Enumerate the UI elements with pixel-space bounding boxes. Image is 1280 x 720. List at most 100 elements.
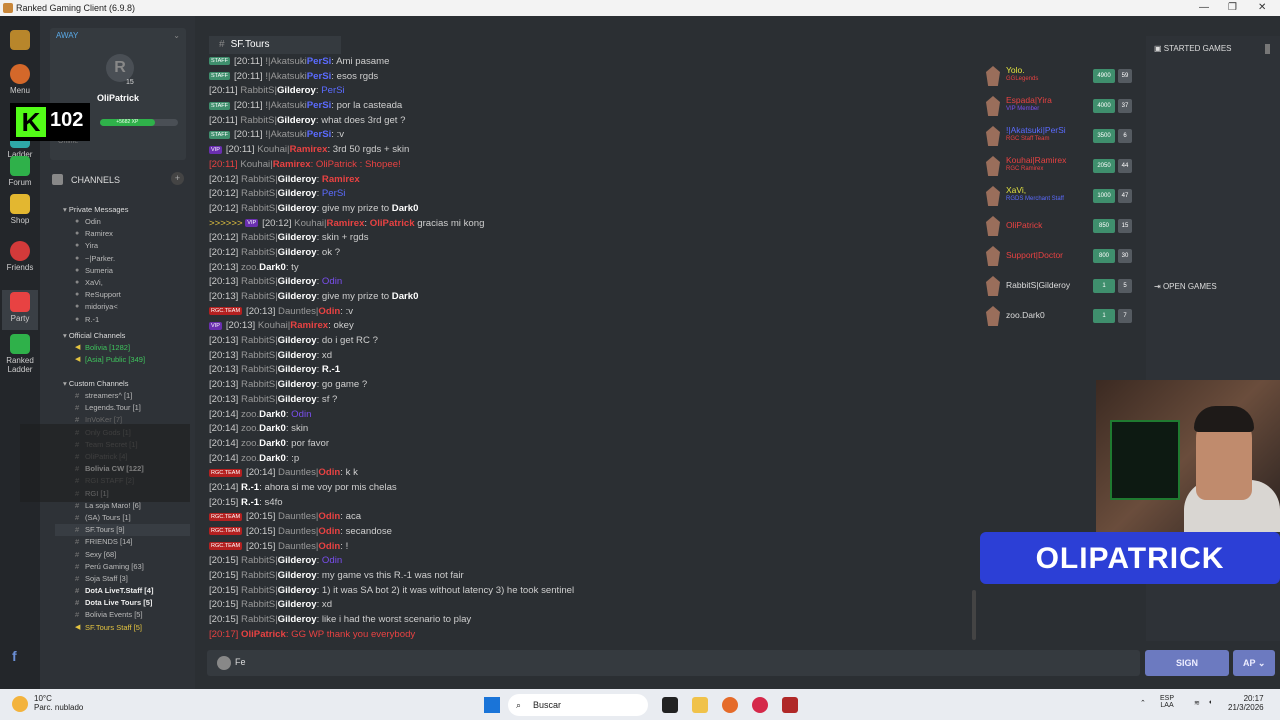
ap-button[interactable]: AP ⌄ xyxy=(1233,650,1275,676)
user-name[interactable]: Support|Doctor xyxy=(1006,250,1063,260)
list-item[interactable]: Dota Live Tours [5] xyxy=(55,597,190,609)
username[interactable]: Dark0 xyxy=(259,423,286,434)
emoji-icon[interactable] xyxy=(217,656,231,670)
user-name[interactable]: zoo.Dark0 xyxy=(1006,310,1045,320)
list-item[interactable]: R.-1 xyxy=(55,314,190,326)
list-item[interactable]: streamers^ [1] xyxy=(55,390,190,402)
tab-sf-tours[interactable]: # SF.Tours xyxy=(209,36,341,54)
status-away[interactable]: AWAY xyxy=(56,31,78,40)
nav-ranked-ladder[interactable]: Ranked Ladder xyxy=(2,334,38,374)
list-item[interactable]: ReSupport xyxy=(55,289,190,301)
open-games-header[interactable]: ⇥ OPEN GAMES xyxy=(1154,282,1217,291)
list-item[interactable]: SF.Tours Staff [5] xyxy=(55,622,190,634)
username[interactable]: Gilderoy xyxy=(278,350,317,361)
username[interactable]: Gilderoy xyxy=(278,276,317,287)
official-channels-header[interactable]: Official Channels xyxy=(55,330,190,342)
username[interactable]: Gilderoy xyxy=(278,614,317,625)
mention[interactable]: Dark0 xyxy=(392,203,419,214)
chevron-up-icon[interactable]: ⌃ xyxy=(1140,699,1146,707)
username[interactable]: Gilderoy xyxy=(278,188,317,199)
opera-icon[interactable] xyxy=(752,697,768,713)
list-item[interactable]: DotA LiveT.Staff [4] xyxy=(55,585,190,597)
user-row[interactable]: RabbitS|Gilderoy 1 5 xyxy=(986,274,1136,298)
username[interactable]: Gilderoy xyxy=(278,599,317,610)
user-row[interactable]: OliPatrick 850 15 xyxy=(986,214,1136,238)
username[interactable]: Odin xyxy=(318,541,340,552)
custom-channels-header[interactable]: Custom Channels xyxy=(55,378,190,390)
user-name[interactable]: XaVi, xyxy=(1006,185,1026,195)
sign-button[interactable]: SIGN xyxy=(1145,650,1229,676)
username[interactable]: R.-1 xyxy=(241,482,259,493)
username[interactable]: Gilderoy xyxy=(278,394,317,405)
wifi-icon[interactable]: ≋ xyxy=(1194,699,1200,707)
nav-party[interactable]: Party xyxy=(2,290,38,330)
username[interactable]: Gilderoy xyxy=(278,555,317,566)
username[interactable]: Odin xyxy=(318,511,340,522)
username[interactable]: Gilderoy xyxy=(277,115,316,126)
list-item[interactable]: Odin xyxy=(55,216,190,228)
list-item[interactable]: Legends.Tour [1] xyxy=(55,402,190,414)
rgc-app-icon[interactable] xyxy=(782,697,798,713)
username[interactable]: Gilderoy xyxy=(278,335,317,346)
avatar[interactable]: R xyxy=(106,54,134,82)
username[interactable]: Dark0 xyxy=(259,262,286,273)
private-messages-header[interactable]: Private Messages xyxy=(55,204,190,216)
facebook-icon[interactable]: f xyxy=(12,648,17,664)
started-games-header[interactable]: ▣ STARTED GAMES xyxy=(1154,44,1232,53)
user-row[interactable]: Yolo. GGLegends 4900 59 xyxy=(986,64,1136,88)
username[interactable]: Gilderoy xyxy=(278,203,317,214)
list-item[interactable]: ~|Parker. xyxy=(55,253,190,265)
username[interactable]: Ramirex xyxy=(273,159,311,170)
username[interactable]: Gilderoy xyxy=(278,247,317,258)
username[interactable]: PerSi xyxy=(307,129,332,140)
chat-scrollbar[interactable] xyxy=(972,590,976,640)
user-row[interactable]: Kouhai|Ramirex RGC Ramirex 2050 44 xyxy=(986,154,1136,178)
username[interactable]: Dark0 xyxy=(259,409,286,420)
user-row[interactable]: Espada|Yira VIP Member 4000 37 xyxy=(986,94,1136,118)
add-channel-button[interactable]: + xyxy=(171,172,184,185)
username[interactable]: Gilderoy xyxy=(278,174,317,185)
panel-handle-icon[interactable] xyxy=(1265,44,1270,54)
list-item[interactable]: Yira xyxy=(55,240,190,252)
task-view-icon[interactable] xyxy=(662,697,678,713)
nav-shop[interactable]: Shop xyxy=(2,194,38,225)
username[interactable]: Gilderoy xyxy=(277,85,316,96)
username[interactable]: Gilderoy xyxy=(278,232,317,243)
nav-forum[interactable]: Forum xyxy=(2,156,38,187)
user-row[interactable]: !|Akatsuki|PerSi RGC Staff Team 3500 6 xyxy=(986,124,1136,148)
username[interactable]: Gilderoy xyxy=(278,379,317,390)
file-explorer-icon[interactable] xyxy=(692,697,708,713)
list-item[interactable]: Sumeria xyxy=(55,265,190,277)
username[interactable]: OliPatrick xyxy=(241,629,286,640)
username[interactable]: Odin xyxy=(318,306,340,317)
list-item[interactable]: [Asia] Public [349] xyxy=(55,354,190,366)
minimize-icon[interactable]: — xyxy=(1199,0,1209,16)
username[interactable]: Dark0 xyxy=(259,438,286,449)
list-item[interactable]: Soja Staff [3] xyxy=(55,573,190,585)
username[interactable]: R.-1 xyxy=(241,497,259,508)
username[interactable]: Ramirex xyxy=(327,218,365,229)
maximize-icon[interactable]: ❐ xyxy=(1228,0,1237,16)
list-item[interactable]: Sexy [68] xyxy=(55,549,190,561)
close-icon[interactable]: ✕ xyxy=(1258,0,1266,16)
user-name[interactable]: Espada|Yira xyxy=(1006,95,1052,105)
taskbar-search[interactable]: ⌕ Buscar xyxy=(508,694,648,716)
firefox-icon[interactable] xyxy=(722,697,738,713)
username[interactable]: Gilderoy xyxy=(278,291,317,302)
list-item[interactable]: (SA) Tours [1] xyxy=(55,512,190,524)
language-indicator[interactable]: ESP LAA xyxy=(1160,695,1174,709)
username[interactable]: Odin xyxy=(318,467,340,478)
weather-icon[interactable] xyxy=(12,696,28,712)
user-row[interactable]: zoo.Dark0 1 7 xyxy=(986,304,1136,328)
user-name[interactable]: RabbitS|Gilderoy xyxy=(1006,280,1070,290)
list-item[interactable]: Bolivia [1282] xyxy=(55,342,190,354)
volume-icon[interactable]: ◖ xyxy=(1208,699,1212,706)
username[interactable]: Odin xyxy=(318,526,340,537)
username[interactable]: PerSi xyxy=(307,71,332,82)
user-name[interactable]: !|Akatsuki|PerSi xyxy=(1006,125,1066,135)
chat-input-value[interactable]: Fe xyxy=(235,657,246,667)
nav-menu[interactable]: Menu xyxy=(2,64,38,95)
username[interactable]: Gilderoy xyxy=(278,364,317,375)
weather-widget[interactable]: 10°C Parc. nublado xyxy=(34,694,83,712)
user-row[interactable]: Support|Doctor 800 30 xyxy=(986,244,1136,268)
